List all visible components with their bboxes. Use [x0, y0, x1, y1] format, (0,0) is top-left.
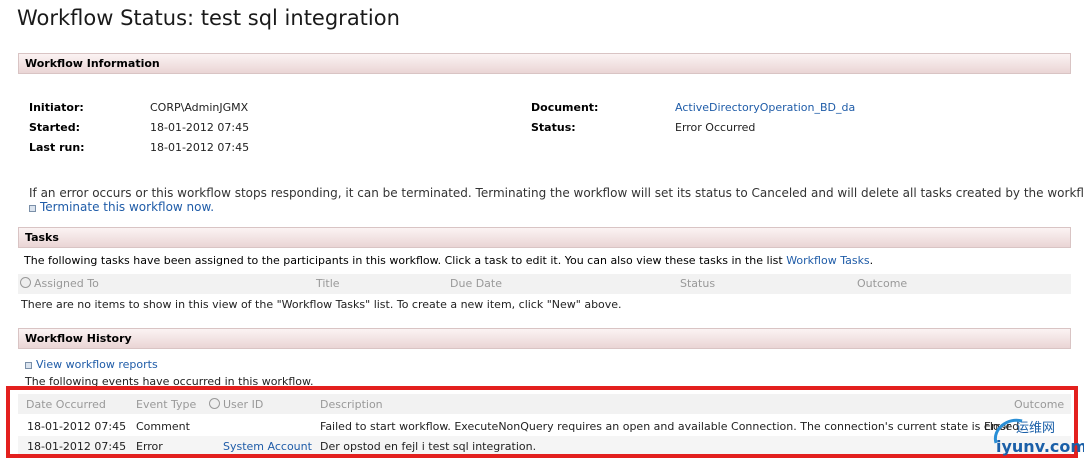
view-workflow-reports-link[interactable]: View workflow reports [36, 358, 158, 371]
highlight-box [6, 386, 1078, 458]
tasks-intro-text: The following tasks have been assigned t… [24, 254, 783, 267]
bullet-icon [29, 204, 36, 212]
tasks-empty-message: There are no items to show in this view … [21, 298, 622, 311]
tasks-column-header [18, 274, 1071, 294]
watermark-logo: 运维网 iyunv.com [986, 413, 1084, 459]
terminate-workflow-link[interactable]: Terminate this workflow now. [40, 200, 214, 214]
started-value: 18-01-2012 07:45 [150, 121, 250, 134]
status-value: Error Occurred [675, 121, 756, 134]
tasks-intro-end: . [869, 254, 874, 267]
last-run-value: 18-01-2012 07:45 [150, 141, 250, 154]
watermark-text-cn: 运维网 [1016, 421, 1056, 436]
workflow-tasks-link[interactable]: Workflow Tasks [786, 254, 869, 267]
workflow-information-header: Workflow Information [18, 53, 1071, 74]
bullet-icon [25, 361, 32, 369]
tasks-heading: Tasks [25, 231, 59, 244]
tasks-intro: The following tasks have been assigned t… [24, 254, 873, 267]
reports-link-row: View workflow reports [25, 358, 158, 371]
tasks-col-assigned-to[interactable]: Assigned To [20, 277, 99, 290]
workflow-information-heading: Workflow Information [25, 57, 160, 70]
watermark-text-url: iyunv.com [996, 437, 1084, 456]
terminate-note: If an error occurs or this workflow stop… [29, 186, 1084, 200]
tasks-col-status[interactable]: Status [680, 277, 715, 290]
status-label: Status: [531, 121, 576, 134]
assigned-to-icon [20, 277, 31, 288]
tasks-header: Tasks [18, 227, 1071, 248]
document-link[interactable]: ActiveDirectoryOperation_BD_da [675, 101, 855, 114]
tasks-col-assigned-to-label: Assigned To [34, 277, 99, 290]
workflow-history-heading: Workflow History [25, 332, 132, 345]
last-run-label: Last run: [29, 141, 85, 154]
tasks-col-outcome[interactable]: Outcome [857, 277, 907, 290]
workflow-history-header: Workflow History [18, 328, 1071, 349]
initiator-label: Initiator: [29, 101, 84, 114]
tasks-col-due-date[interactable]: Due Date [450, 277, 502, 290]
document-label: Document: [531, 101, 599, 114]
tasks-col-title[interactable]: Title [316, 277, 340, 290]
page-title: Workflow Status: test sql integration [17, 6, 400, 30]
initiator-value: CORP\AdminJGMX [150, 101, 249, 114]
terminate-link-row: Terminate this workflow now. [29, 200, 214, 214]
started-label: Started: [29, 121, 81, 134]
